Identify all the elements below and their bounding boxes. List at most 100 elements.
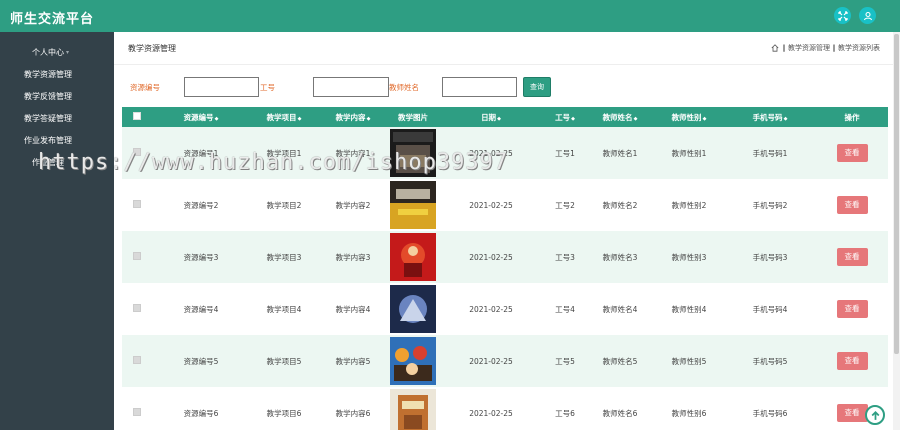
staff-id-input[interactable] xyxy=(313,77,389,97)
cell-image xyxy=(388,231,438,283)
column-header[interactable]: 教师姓名◆ xyxy=(586,107,654,127)
cell-project: 教学项目1 xyxy=(266,148,302,158)
column-header[interactable]: 资源编号◆ xyxy=(152,107,250,127)
cell-teacher-gender: 教师性别3 xyxy=(671,252,707,262)
column-header[interactable]: 日期◆ xyxy=(438,107,544,127)
column-header[interactable]: 教学项目◆ xyxy=(250,107,318,127)
column-header[interactable]: 教师性别◆ xyxy=(654,107,724,127)
staff-id-label: 工号 xyxy=(260,83,275,92)
view-button[interactable]: 查看 xyxy=(836,404,868,422)
row-checkbox[interactable] xyxy=(133,148,141,156)
sidebar-item-label: 教学答疑管理 xyxy=(24,113,72,123)
fullscreen-icon[interactable] xyxy=(834,7,851,24)
teaching-image xyxy=(390,233,436,281)
page-scrollbar[interactable] xyxy=(893,32,900,430)
column-header[interactable]: 工号◆ xyxy=(544,107,586,127)
sort-icon: ◆ xyxy=(497,115,501,122)
cell-action: 查看 xyxy=(816,335,888,387)
cell-resource-id: 资源编号4 xyxy=(183,304,219,314)
sort-icon: ◆ xyxy=(214,115,219,122)
row-checkbox[interactable] xyxy=(133,252,141,260)
row-checkbox-cell[interactable] xyxy=(122,335,152,387)
view-button[interactable]: 查看 xyxy=(836,248,868,266)
cell-content: 教学内容1 xyxy=(335,148,371,158)
sidebar-item-label: 教学资源管理 xyxy=(24,69,72,79)
resource-id-label: 资源编号 xyxy=(130,83,160,92)
cell-action: 查看 xyxy=(816,127,888,179)
row-checkbox-cell[interactable] xyxy=(122,179,152,231)
teaching-image xyxy=(390,181,436,229)
table-row: 资源编号3 教学项目3 教学内容3 2021-02-25 工号3 教师姓名3 教师性别3 手机… xyxy=(122,231,888,283)
table-row: 资源编号2 教学项目2 教学内容2 2021-02-25 工号2 教师姓名2 教师性别2 手机… xyxy=(122,179,888,231)
breadcrumb-text[interactable]: ‖ 教学资源管理 ‖ 教学资源列表 xyxy=(782,43,880,53)
cell-image xyxy=(388,335,438,387)
cell-image xyxy=(388,283,438,335)
user-icon[interactable] xyxy=(859,7,876,24)
sort-icon: ◆ xyxy=(297,115,302,122)
teacher-name-input[interactable] xyxy=(442,77,517,97)
table-header: 资源编号◆ 教学项目◆ 教学内容◆ 教学图片 日期◆ 工号◆ 教师姓名◆ 教师性… xyxy=(122,107,888,127)
cell-date: 2021-02-25 xyxy=(469,252,513,262)
cell-staff-id: 工号1 xyxy=(555,148,575,158)
sidebar-item-qa[interactable]: 教学答疑管理 xyxy=(0,108,114,128)
table-row: 资源编号6 教学项目6 教学内容6 2021-02-25 工号6 教师姓名6 教师性别6 手机… xyxy=(122,387,888,430)
cell-date: 2021-02-25 xyxy=(469,200,513,210)
column-header: 操作 xyxy=(844,112,860,122)
sidebar-item-homework-publish[interactable]: 作业发布管理 xyxy=(0,130,114,150)
cell-resource-id: 资源编号6 xyxy=(183,408,219,418)
search-bar: 资源编号 工号 教师姓名 查询 xyxy=(114,76,900,100)
row-checkbox-cell[interactable] xyxy=(122,387,152,430)
cell-date: 2021-02-25 xyxy=(469,148,513,158)
view-button[interactable]: 查看 xyxy=(836,196,868,214)
row-checkbox[interactable] xyxy=(133,200,141,208)
cell-resource-id: 资源编号5 xyxy=(183,356,219,366)
view-button[interactable]: 查看 xyxy=(836,144,868,162)
sidebar-item-feedback[interactable]: 教学反馈管理 xyxy=(0,86,114,106)
row-checkbox-cell[interactable] xyxy=(122,283,152,335)
resource-id-input[interactable] xyxy=(184,77,259,97)
home-icon[interactable] xyxy=(771,44,779,52)
row-checkbox[interactable] xyxy=(133,304,141,312)
resource-table: 资源编号◆ 教学项目◆ 教学内容◆ 教学图片 日期◆ 工号◆ 教师姓名◆ 教师性… xyxy=(122,107,888,430)
sidebar-item-resources[interactable]: 教学资源管理 xyxy=(0,64,114,84)
page-title: 教学资源管理 xyxy=(128,44,176,53)
select-all-checkbox[interactable] xyxy=(133,112,141,120)
cell-resource-id: 资源编号1 xyxy=(183,148,219,158)
cell-image xyxy=(388,127,438,179)
chevron-down-icon: ▾ xyxy=(66,48,70,56)
row-checkbox-cell[interactable] xyxy=(122,231,152,283)
top-bar: 师生交流平台 xyxy=(0,0,900,32)
breadcrumb: ‖ 教学资源管理 ‖ 教学资源列表 xyxy=(771,43,880,53)
cell-content: 教学内容4 xyxy=(335,304,371,314)
sort-icon: ◆ xyxy=(783,115,788,122)
row-checkbox[interactable] xyxy=(133,408,141,416)
sidebar-item-label: 个人中心 xyxy=(32,47,64,57)
cell-content: 教学内容3 xyxy=(335,252,371,262)
select-all-header[interactable] xyxy=(122,107,152,127)
sort-icon: ◆ xyxy=(702,115,707,122)
cell-action: 查看 xyxy=(816,179,888,231)
cell-content: 教学内容6 xyxy=(335,408,371,418)
teacher-name-label: 教师姓名 xyxy=(389,83,419,92)
row-checkbox[interactable] xyxy=(133,356,141,364)
cell-teacher-name: 教师姓名6 xyxy=(602,408,638,418)
sidebar-item-personal[interactable]: 个人中心 ▾ xyxy=(0,42,114,62)
view-button[interactable]: 查看 xyxy=(836,352,868,370)
scrollbar-thumb[interactable] xyxy=(894,34,899,354)
cell-teacher-name: 教师姓名5 xyxy=(602,356,638,366)
cell-project: 教学项目6 xyxy=(266,408,302,418)
column-header: 教学图片 xyxy=(398,112,428,122)
cell-project: 教学项目3 xyxy=(266,252,302,262)
search-button[interactable]: 查询 xyxy=(523,77,551,97)
cell-content: 教学内容5 xyxy=(335,356,371,366)
row-checkbox-cell[interactable] xyxy=(122,127,152,179)
scroll-to-top-button[interactable] xyxy=(865,405,885,425)
cell-teacher-name: 教师姓名2 xyxy=(602,200,638,210)
arrow-up-icon xyxy=(871,410,879,420)
column-header[interactable]: 教学内容◆ xyxy=(318,107,388,127)
cell-project: 教学项目2 xyxy=(266,200,302,210)
sidebar-item-homework[interactable]: 作业管理 xyxy=(0,152,114,172)
view-button[interactable]: 查看 xyxy=(836,300,868,318)
cell-date: 2021-02-25 xyxy=(469,356,513,366)
column-header[interactable]: 手机号码◆ xyxy=(724,107,816,127)
